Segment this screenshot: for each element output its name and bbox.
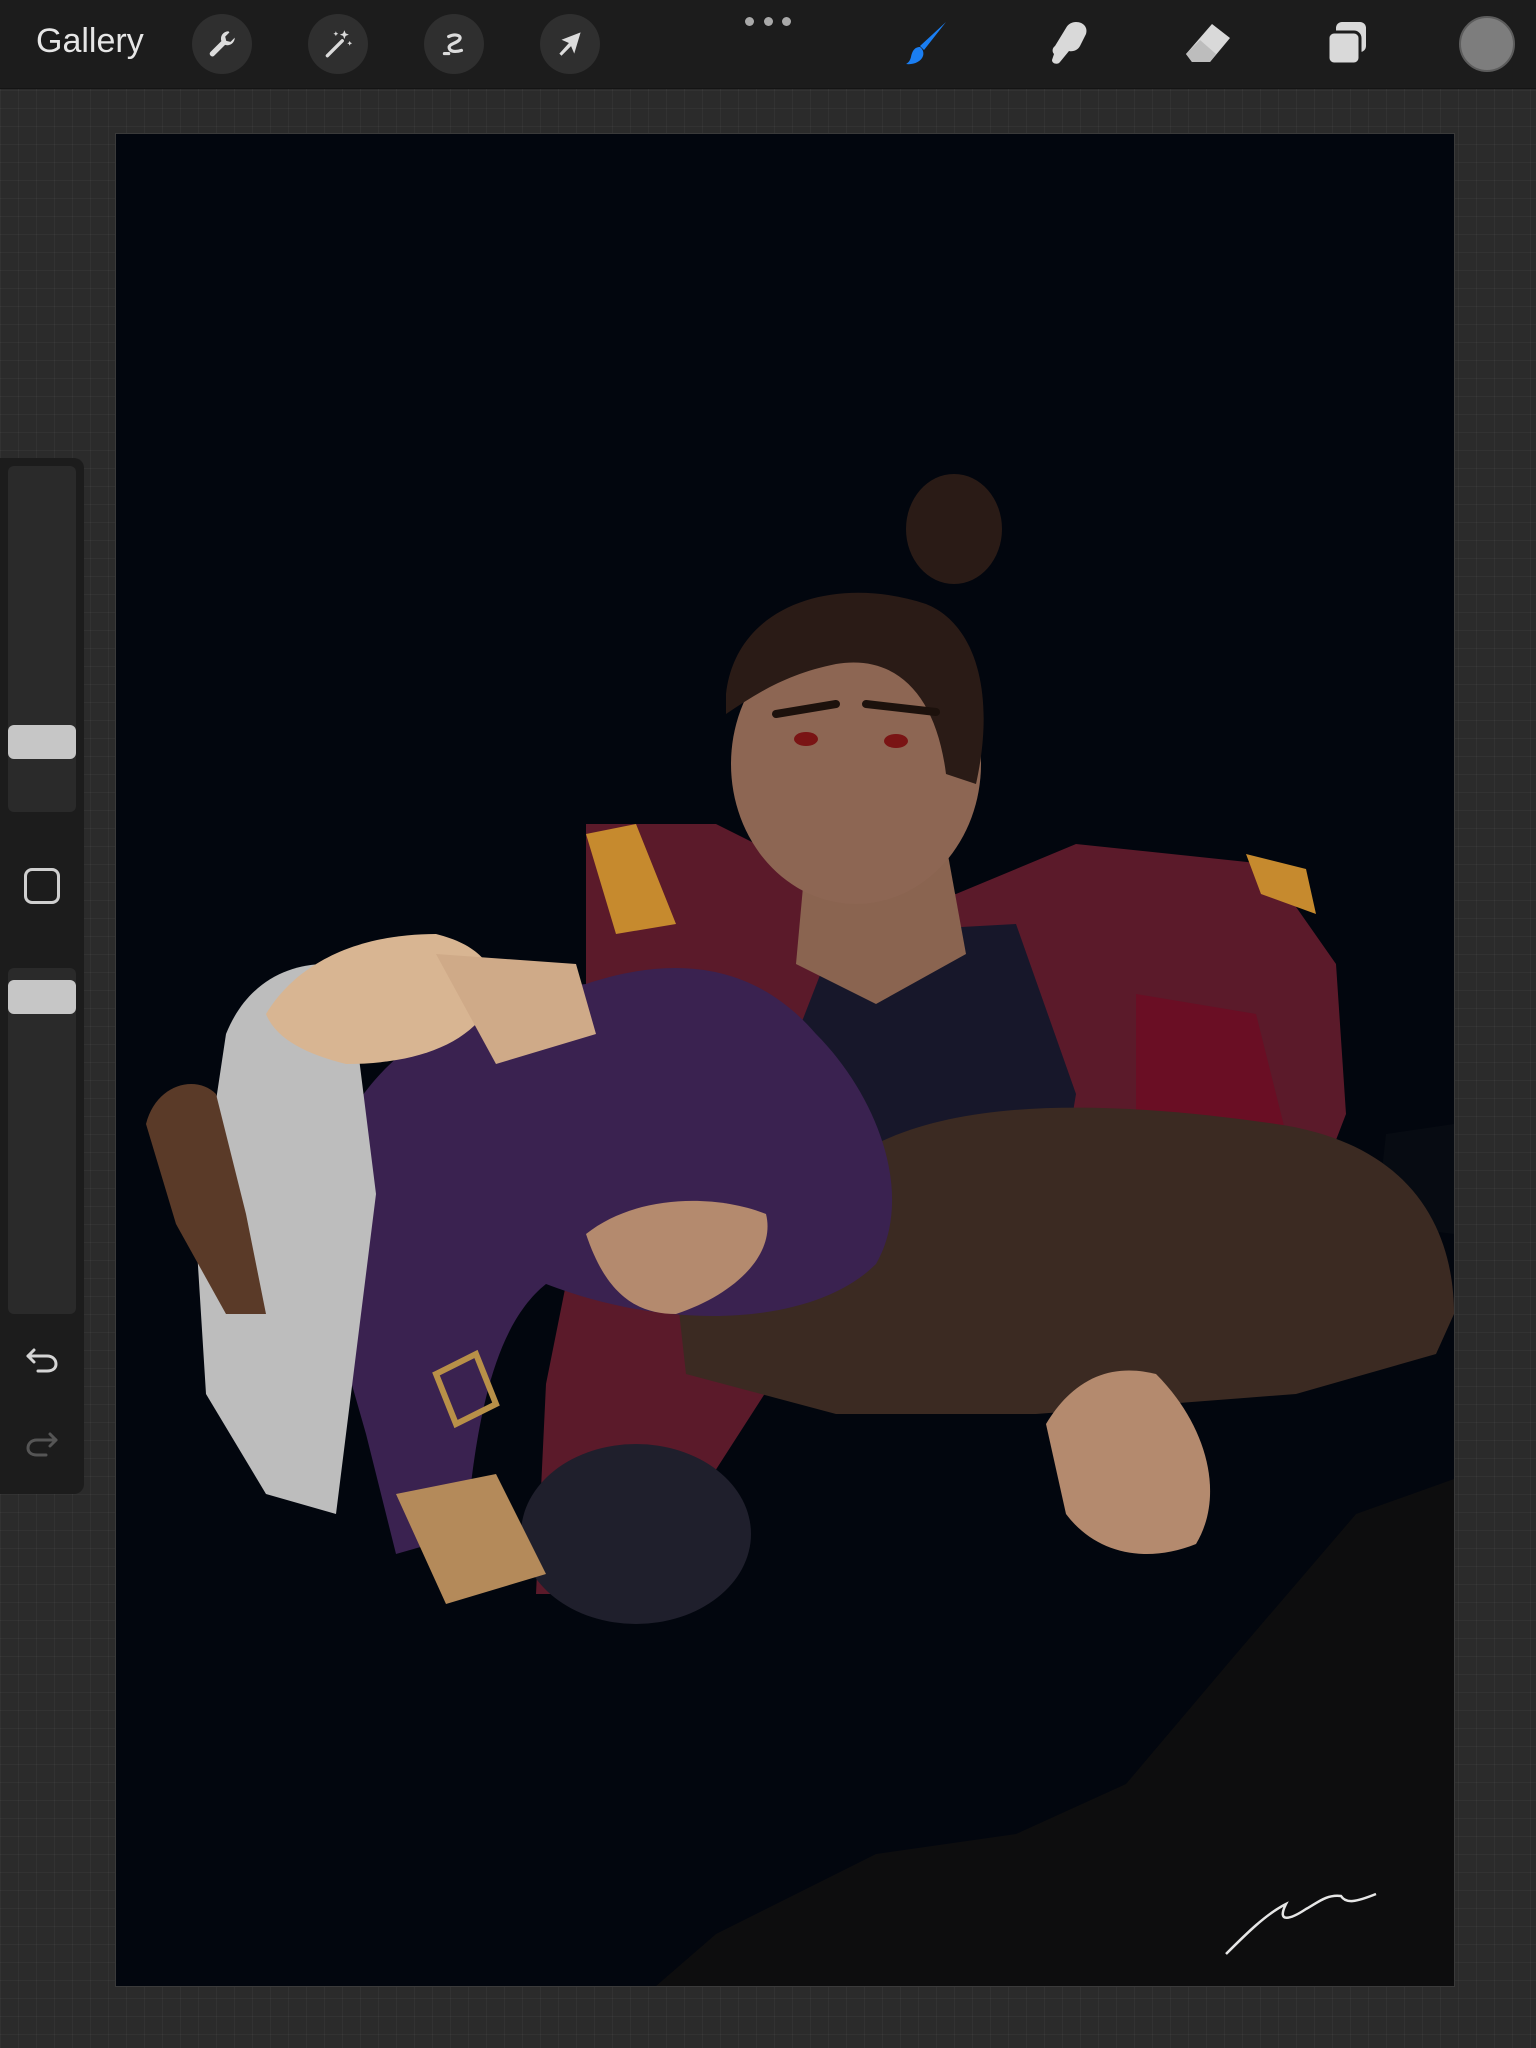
selection-s-icon [442,33,464,56]
undo-button[interactable] [22,1338,62,1378]
layers-button[interactable] [1318,14,1378,74]
arrow-cursor-icon [559,32,581,56]
brush-tool-button[interactable] [898,14,958,74]
adjustments-button[interactable] [308,14,368,74]
eraser-tool-button[interactable] [1178,14,1238,74]
dot [745,16,754,26]
brush-size-slider[interactable] [8,466,76,812]
brush-size-knob[interactable] [8,724,76,759]
modify-square-button[interactable] [24,868,60,904]
boot-tip [396,1474,546,1604]
selection-button[interactable] [424,14,484,74]
hair-bun [906,474,1002,584]
paintbrush-icon [906,22,946,65]
eye [884,734,908,748]
artwork-illustration [146,474,1454,1986]
layers-icon [1326,22,1366,66]
eraser-icon [1186,24,1230,62]
rock-shape [656,1479,1454,1986]
dot [782,16,791,26]
color-picker-button[interactable] [1459,16,1515,72]
drawing-canvas[interactable] [115,133,1455,1987]
actions-wrench-button[interactable] [192,14,252,74]
smudge-finger-icon [1052,22,1087,64]
undo-arrow-icon [26,1348,58,1373]
transform-button[interactable] [540,14,600,74]
gallery-button[interactable]: Gallery [36,22,144,61]
wrench-icon [209,31,235,57]
dot [763,16,773,26]
toolbar-more-handle[interactable] [745,14,791,28]
top-toolbar: Gallery [0,0,1536,89]
knee-shadow [521,1444,751,1624]
opacity-slider[interactable] [8,968,76,1314]
redo-arrow-icon [26,1432,58,1457]
magic-wand-icon [325,30,353,58]
left-sidebar [0,458,84,1494]
redo-button[interactable] [22,1422,62,1462]
eye [794,732,818,746]
smudge-tool-button[interactable] [1038,14,1098,74]
opacity-knob[interactable] [8,980,76,1015]
